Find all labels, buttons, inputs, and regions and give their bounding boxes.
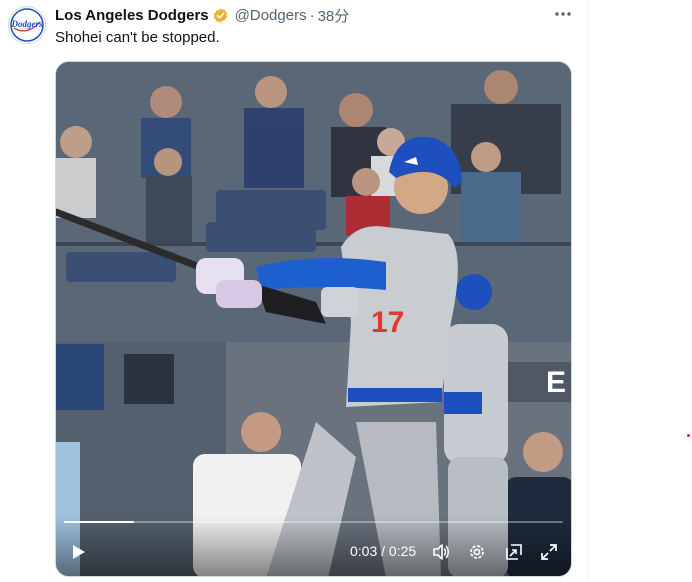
settings-gear-icon (470, 545, 484, 559)
column-divider (588, 0, 589, 582)
more-options-button[interactable] (552, 4, 574, 24)
more-horizontal-icon (555, 12, 571, 16)
jersey-number: 17 (371, 306, 404, 339)
video-controls: 0:03 / 0:25 (56, 516, 571, 576)
dodgers-logo-icon: Dodgers (10, 8, 44, 42)
timestamp[interactable]: 38分 (318, 5, 350, 26)
time-separator: / (381, 543, 386, 559)
verified-badge-icon (212, 7, 229, 24)
settings-button[interactable] (465, 540, 489, 564)
volume-button[interactable] (429, 540, 453, 564)
video-frame: E 17 (56, 62, 571, 576)
pop-out-button[interactable] (502, 540, 526, 564)
play-icon (73, 545, 85, 559)
stadium-sign-text: E (546, 366, 566, 399)
tweet-text: Shohei can't be stopped. (55, 29, 220, 46)
progress-fill (64, 521, 134, 523)
video-player[interactable]: E 17 0:03 / 0:25 (55, 61, 572, 577)
current-time: 0:03 (350, 543, 378, 559)
play-button[interactable] (66, 540, 90, 564)
duration: 0:25 (388, 543, 417, 559)
tweet-page: Dodgers Los Angeles Dodgers @Dodgers · 3… (0, 0, 692, 582)
display-name[interactable]: Los Angeles Dodgers (55, 7, 209, 24)
fullscreen-icon (541, 544, 557, 560)
notification-dot (687, 434, 690, 437)
volume-icon (433, 544, 450, 560)
tweet-header: Los Angeles Dodgers @Dodgers · 38分 (55, 5, 349, 25)
avatar[interactable]: Dodgers (8, 6, 46, 44)
progress-bar[interactable] (64, 521, 563, 523)
time-readout: 0:03 / 0:25 (350, 543, 416, 559)
separator-dot: · (309, 6, 315, 24)
fullscreen-button[interactable] (537, 540, 561, 564)
handle[interactable]: @Dodgers (235, 7, 307, 24)
svg-text:Dodgers: Dodgers (11, 19, 43, 29)
pop-out-icon (506, 544, 522, 560)
